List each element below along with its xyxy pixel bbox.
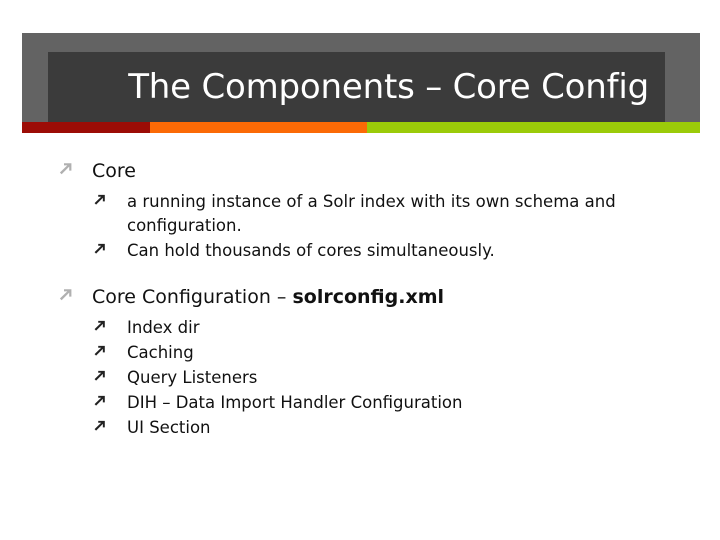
arrow-up-right-icon xyxy=(92,318,110,336)
list-item: DIH – Data Import Handler Configuration xyxy=(92,391,720,415)
list-item: Caching xyxy=(92,341,720,365)
arrow-up-right-icon xyxy=(92,343,110,361)
list-item: Query Listeners xyxy=(92,366,720,390)
accent-stripe xyxy=(22,122,700,133)
list-item-label: UI Section xyxy=(127,418,211,437)
arrow-up-right-icon xyxy=(92,393,110,411)
list-item-label: a running instance of a Solr index with … xyxy=(127,192,616,235)
arrow-up-right-icon xyxy=(57,160,77,180)
bullet-list-level2-config: Index dir Caching Query Listeners DIH – … xyxy=(0,316,720,440)
list-item: a running instance of a Solr index with … xyxy=(92,190,720,238)
list-item: UI Section xyxy=(92,416,720,440)
accent-segment-red xyxy=(22,122,150,133)
list-item: Core xyxy=(0,158,720,184)
list-item-label-emphasis: solrconfig.xml xyxy=(292,286,445,308)
list-item-label: Can hold thousands of cores simultaneous… xyxy=(127,241,495,260)
list-item: Index dir xyxy=(92,316,720,340)
arrow-up-right-icon xyxy=(92,368,110,386)
accent-segment-green xyxy=(367,122,700,133)
list-item-label: Query Listeners xyxy=(127,368,258,387)
list-item-label: DIH – Data Import Handler Configuration xyxy=(127,393,463,412)
list-item: Core Configuration – solrconfig.xml xyxy=(0,284,720,310)
list-item-label: Caching xyxy=(127,343,194,362)
accent-segment-orange xyxy=(150,122,367,133)
arrow-up-right-icon xyxy=(57,286,77,306)
list-item-label: Core Configuration – xyxy=(92,286,293,308)
arrow-up-right-icon xyxy=(92,192,110,210)
slide-body: Core a running instance of a Solr index … xyxy=(0,158,720,441)
list-item-label: Core xyxy=(92,160,136,182)
arrow-up-right-icon xyxy=(92,418,110,436)
page-title: The Components – Core Config xyxy=(128,67,649,107)
arrow-up-right-icon xyxy=(92,241,110,259)
bullet-list-level2-core: a running instance of a Solr index with … xyxy=(0,190,720,263)
list-item-label: Index dir xyxy=(127,318,200,337)
bullet-list-level1: Core a running instance of a Solr index … xyxy=(0,158,720,440)
list-group-spacer xyxy=(0,264,720,284)
list-item: Can hold thousands of cores simultaneous… xyxy=(92,239,720,263)
